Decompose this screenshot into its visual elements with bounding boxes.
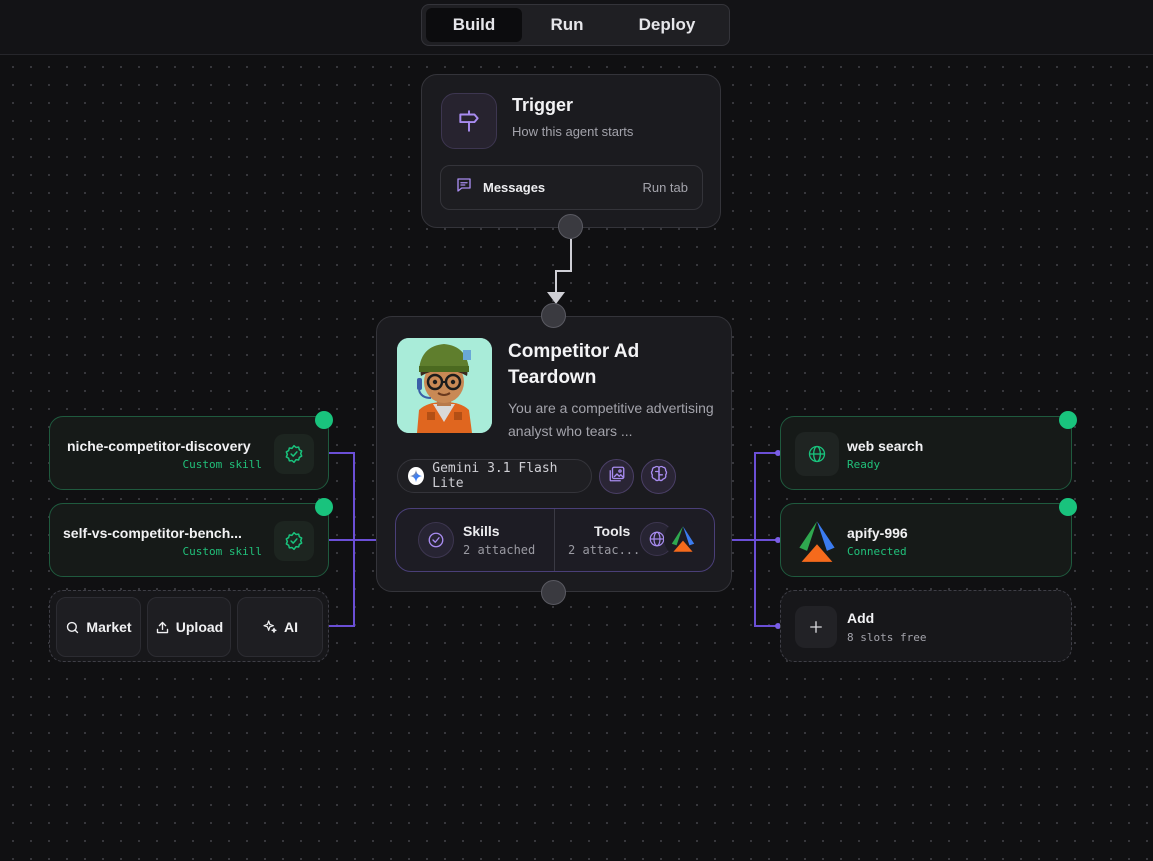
skills-tools-divider [554,509,555,571]
verified-check-icon [274,434,314,474]
messages-run-tab-hint: Run tab [642,180,688,195]
upload-icon [156,621,168,633]
tab-build[interactable]: Build [426,8,522,42]
mode-tabs: Build Run Deploy [421,4,730,46]
verified-check-icon [274,521,314,561]
tools-count: 2 attac... [568,543,641,557]
tool-status-dot [1059,411,1077,429]
tool-node-apify[interactable]: apify-996 Connected [780,503,1072,577]
trigger-title: Trigger [512,95,574,115]
message-square-icon [455,176,473,199]
skill-status-dot [315,411,333,429]
skills-count: 2 attached [463,543,536,557]
trigger-to-agent-wire [555,239,572,295]
trigger-card[interactable]: Trigger How this agent starts Messages R… [421,74,721,228]
skill-node-niche-competitor-discovery[interactable]: niche-competitor-discovery Custom skill [49,416,329,490]
upload-label: Upload [175,619,224,635]
image-gallery-button[interactable] [599,459,634,494]
market-label: Market [86,619,132,635]
tools-title[interactable]: Tools [594,523,630,539]
top-bar: Build Run Deploy [0,0,1153,55]
tool-status-dot [1059,498,1077,516]
ai-label: AI [284,619,298,635]
add-tool-label: Add [847,610,875,626]
model-selector[interactable]: Gemini 3.1 Flash Lite [397,459,592,493]
skills-check-icon [418,522,454,558]
skill-name: self-vs-competitor-bench... [63,525,242,541]
skill-node-self-vs-competitor[interactable]: self-vs-competitor-bench... Custom skill [49,503,329,577]
tab-run[interactable]: Run [522,8,612,42]
agent-output-port[interactable] [541,580,566,605]
agent-avatar [397,338,492,433]
tool-name: web search [847,438,924,454]
market-button[interactable]: Market [56,597,141,657]
add-tool-button[interactable]: Add 8 slots free [780,590,1072,662]
brain-button[interactable] [641,459,676,494]
trigger-subtitle: How this agent starts [512,124,634,139]
trigger-output-port[interactable] [558,214,583,239]
sparkle-icon [263,620,277,633]
skill-status: Custom skill [182,545,262,558]
plus-icon [795,606,837,648]
gemini-logo-icon [408,467,425,485]
tool-status: Ready [847,458,881,471]
agent-card[interactable]: Competitor Ad Teardown You are a competi… [376,316,732,592]
upload-button[interactable]: Upload [147,597,231,657]
apify-logo-icon [795,519,839,563]
brain-icon [649,464,669,489]
globe-icon [795,432,839,476]
tool-node-web-search[interactable]: web search Ready [780,416,1072,490]
skills-tools-panel: Skills 2 attached Tools 2 attac... [395,508,715,572]
agent-description: You are a competitive advertising analys… [508,400,714,439]
wire-arrowhead [547,292,565,304]
messages-label: Messages [483,180,546,195]
add-tool-slots: 8 slots free [847,631,927,644]
signpost-icon [441,93,497,149]
agent-title: Competitor Ad Teardown [508,341,640,388]
tool-name: apify-996 [847,525,908,541]
skill-status-dot [315,498,333,516]
image-gallery-icon [608,465,626,488]
ai-button[interactable]: AI [237,597,323,657]
tool-status: Connected [847,545,907,558]
skill-actions-group: Market Upload AI [49,590,329,662]
model-name: Gemini 3.1 Flash Lite [432,461,558,491]
skill-status: Custom skill [182,458,262,471]
agent-input-port[interactable] [541,303,566,328]
messages-trigger-row[interactable]: Messages Run tab [440,165,703,210]
skills-title[interactable]: Skills [463,523,500,539]
skill-name: niche-competitor-discovery [67,438,251,454]
search-icon [67,621,79,633]
tools-apify-icon [664,520,702,558]
tab-deploy[interactable]: Deploy [612,8,722,42]
